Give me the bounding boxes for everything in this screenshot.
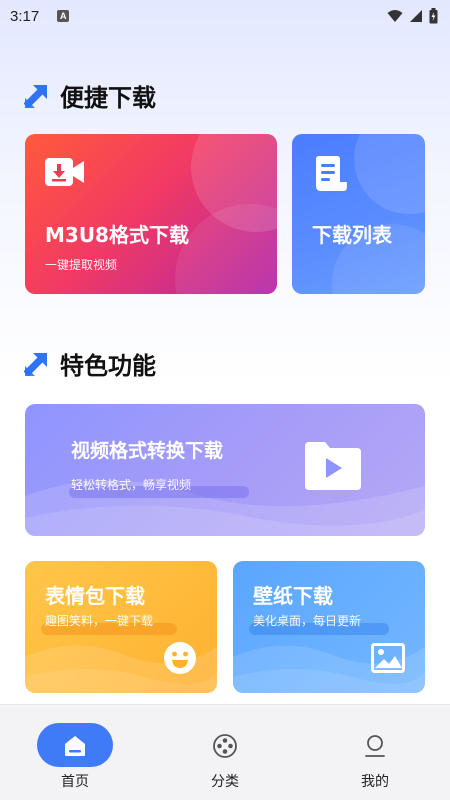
video-folder-icon <box>305 442 361 490</box>
section-title-text: 特色功能 <box>60 352 156 380</box>
section-title-features: 特色功能 <box>24 346 156 381</box>
section-title-text: 便捷下载 <box>60 84 156 112</box>
nav-label: 我的 <box>361 774 389 790</box>
nav-item-home[interactable]: 首页 <box>0 705 150 800</box>
person-icon <box>365 735 385 757</box>
emoji-download-card[interactable]: 表情包下载 趣图笑料，一键下载 <box>25 561 217 693</box>
film-reel-icon <box>213 734 237 758</box>
card-decoration <box>175 204 277 294</box>
status-icons <box>387 8 438 24</box>
video-download-icon <box>45 158 84 186</box>
image-icon <box>371 643 405 673</box>
nav-label: 分类 <box>211 774 239 790</box>
signal-icon <box>410 10 422 22</box>
document-list-icon <box>316 156 347 191</box>
card-subtitle: 趣图笑料，一键下载 <box>45 614 154 628</box>
download-list-card[interactable]: 下载列表 <box>292 134 425 294</box>
section-title-quick-download: 便捷下载 <box>24 78 156 113</box>
smiley-face-icon <box>164 642 196 674</box>
notification-badge: A <box>57 10 70 22</box>
status-time: 3:17 <box>10 7 40 25</box>
card-title: 表情包下载 <box>45 584 145 608</box>
arrow-up-right-icon <box>24 84 47 108</box>
nav-item-category[interactable]: 分类 <box>150 705 300 800</box>
wifi-icon <box>387 10 403 22</box>
m3u8-download-card[interactable]: M3U8格式下载 一键提取视频 <box>25 134 277 294</box>
battery-icon <box>429 8 438 24</box>
nav-label: 首页 <box>61 774 89 790</box>
status-bar: 3:17 A <box>0 0 450 32</box>
card-title: M3U8格式下载 <box>45 223 189 247</box>
nav-item-profile[interactable]: 我的 <box>300 705 450 800</box>
card-decoration <box>354 134 425 214</box>
home-icon <box>65 736 85 756</box>
card-subtitle: 轻松转格式，畅享视频 <box>71 478 192 492</box>
card-title: 壁纸下载 <box>253 584 333 608</box>
bottom-navigation: 首页 分类 我的 <box>0 704 450 800</box>
video-convert-card[interactable]: 视频格式转换下载 轻松转格式，畅享视频 <box>25 404 425 536</box>
card-title: 视频格式转换下载 <box>71 440 224 462</box>
arrow-up-right-icon <box>24 352 47 376</box>
card-subtitle: 一键提取视频 <box>45 258 118 272</box>
card-title: 下载列表 <box>312 223 392 247</box>
wallpaper-download-card[interactable]: 壁纸下载 美化桌面，每日更新 <box>233 561 425 693</box>
card-subtitle: 美化桌面，每日更新 <box>253 614 362 628</box>
